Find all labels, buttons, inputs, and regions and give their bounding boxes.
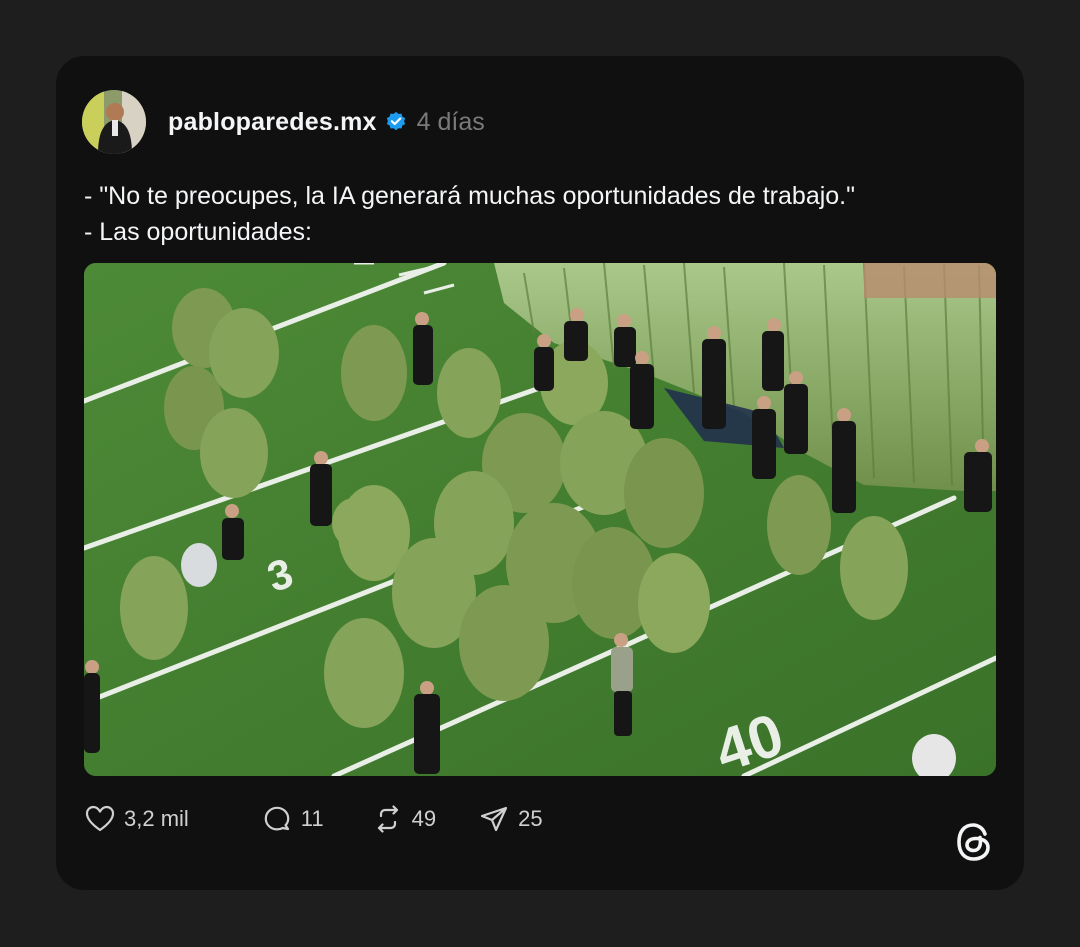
avatar-image <box>82 90 146 154</box>
heart-icon <box>85 805 115 832</box>
football-field-scene: 3 40 <box>84 263 996 776</box>
repost-button[interactable]: 49 <box>372 803 436 835</box>
repost-icon <box>377 805 398 833</box>
share-count: 25 <box>518 806 543 831</box>
like-count: 3,2 mil <box>124 806 189 831</box>
share-icon <box>481 806 508 832</box>
post-text: - "No te preocupes, la IA generará mucha… <box>84 178 984 250</box>
repost-count: 49 <box>411 806 437 831</box>
post-card: pabloparedes.mx 4 días - "No te preocupe… <box>56 56 1024 890</box>
post-timestamp: 4 días <box>416 107 485 136</box>
post-actions-bar: 3,2 mil 11 49 25 <box>84 804 543 834</box>
comment-button[interactable]: 11 <box>261 803 324 835</box>
threads-logo-icon <box>957 823 990 861</box>
comment-icon <box>264 806 290 831</box>
avatar[interactable] <box>82 90 146 154</box>
verified-badge-icon <box>386 111 405 131</box>
comment-count: 11 <box>300 806 324 831</box>
username[interactable]: pabloparedes.mx <box>168 108 377 137</box>
post-text-line-1: - "No te preocupes, la IA generará mucha… <box>84 182 855 210</box>
share-button[interactable]: 25 <box>478 803 543 835</box>
post-media-image[interactable]: 3 40 <box>84 263 996 776</box>
post-header: pabloparedes.mx 4 días <box>82 90 485 154</box>
post-text-line-2: - Las oportunidades: <box>84 218 312 246</box>
like-button[interactable]: 3,2 mil <box>84 803 189 835</box>
